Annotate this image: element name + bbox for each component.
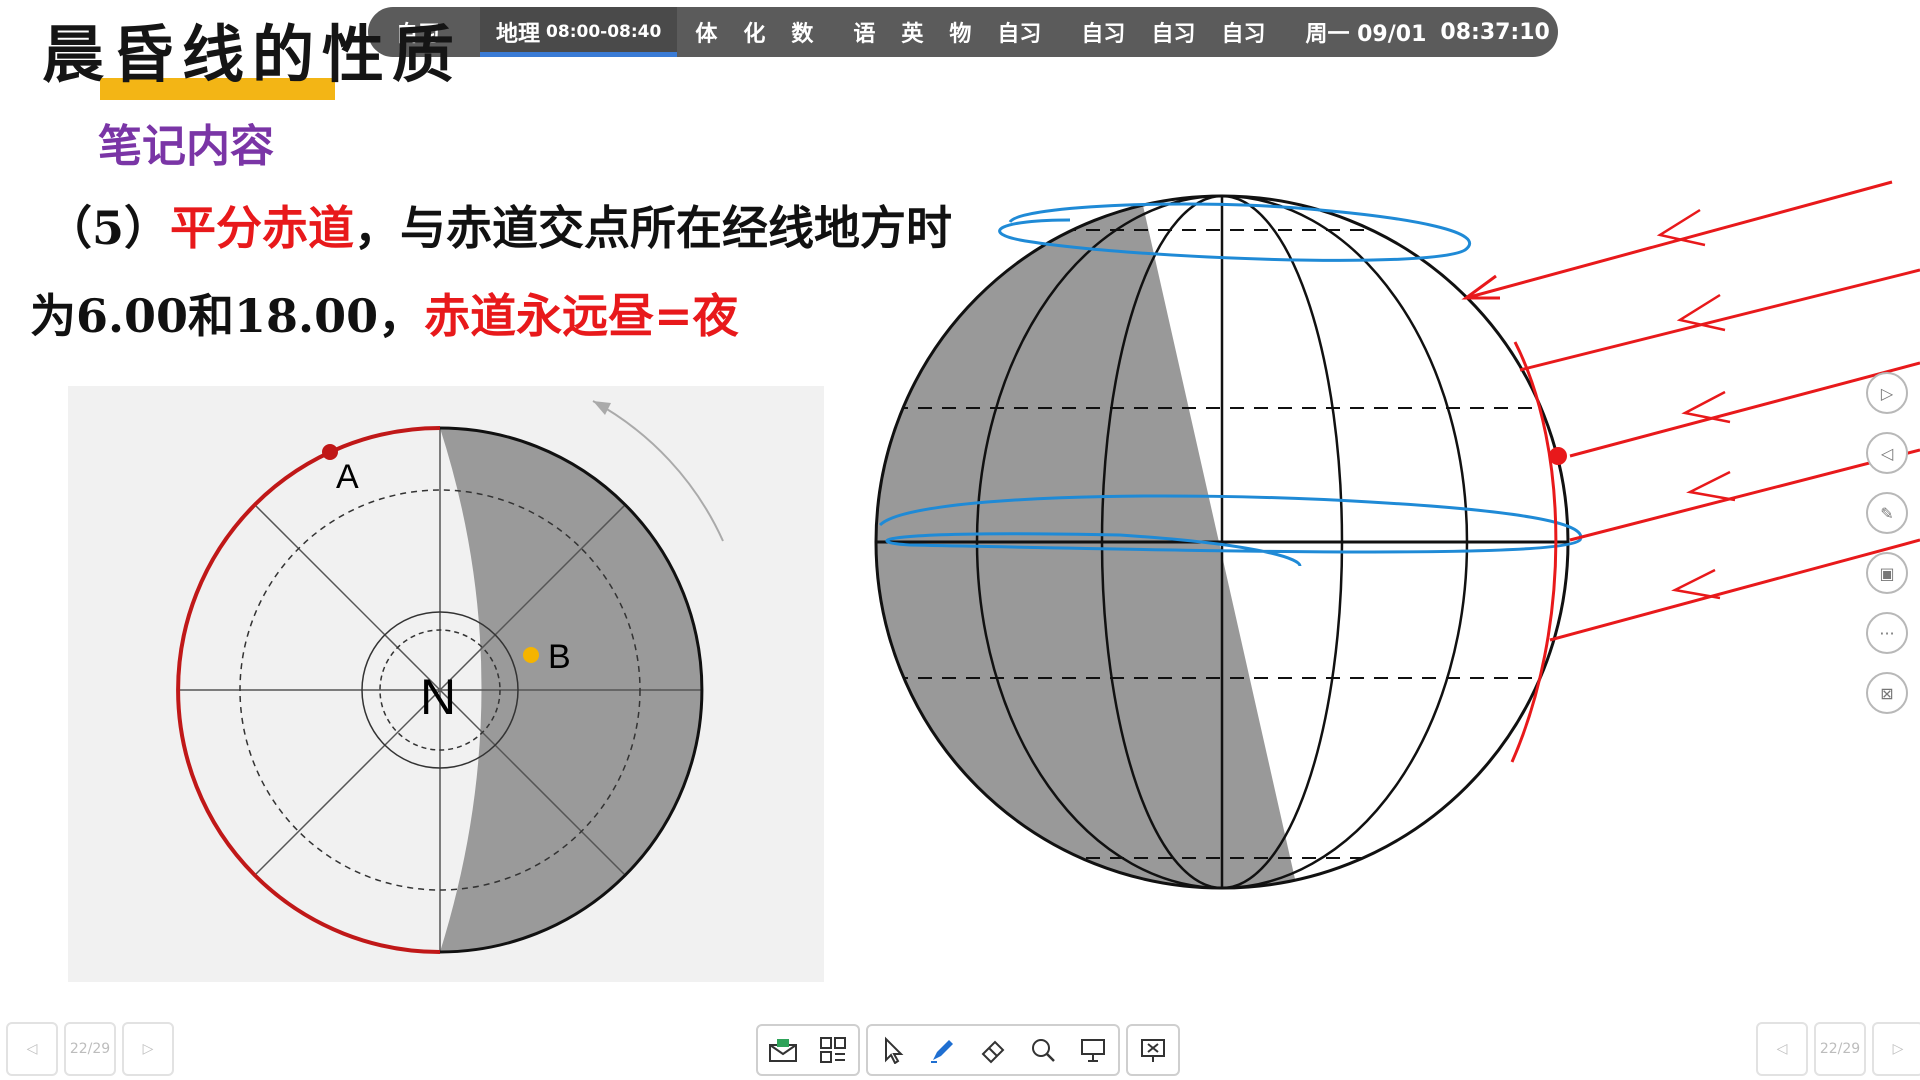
next-page-button[interactable]: ▷ [122,1022,174,1076]
current-class-time: 08:00-08:40 [546,22,662,42]
exit-screen-icon [1141,1039,1165,1062]
apps-button[interactable] [808,1026,858,1074]
pen-icon [931,1040,953,1063]
whiteboard-icon [1081,1039,1105,1062]
slide-title: 晨昏线的性质 [42,18,463,91]
terminator-point [1549,447,1567,465]
eraser-icon [981,1040,1005,1064]
screen-share-icon: ▣ [1879,563,1895,583]
toolbar-group-left [756,1024,860,1076]
schedule-item: 自习 [1221,22,1266,47]
toolbar-group-right [1126,1024,1180,1076]
schedule-item: 数 [791,22,814,47]
label-north: N [420,669,456,725]
schedule-item: 英 [901,22,924,47]
line1-red: 平分赤道 [170,201,355,255]
magnifier-icon [1032,1039,1055,1062]
next-page-button[interactable]: ▷ [1872,1022,1920,1076]
line1-prefix: （5） [46,201,171,255]
text-line-1: （5）平分赤道，与赤道交点所在经线地方时 [46,192,952,258]
magnifier-button[interactable] [1018,1026,1068,1074]
toolbar-group-main [866,1024,1120,1076]
schedule-item: 物 [949,22,972,47]
page-indicator[interactable]: 22/29 [64,1022,116,1076]
page-nav-right: ◁ 22/29 ▷ [1756,1022,1920,1076]
schedule-item: 语 [853,22,876,47]
pointer-icon [885,1036,904,1064]
globe-diagram [870,170,1920,910]
more-button[interactable]: ··· [1866,612,1908,654]
polar-view-diagram: A B N [68,386,824,982]
page-indicator[interactable]: 22/29 [1814,1022,1866,1076]
prev-slide-button[interactable]: ◁ [1866,432,1908,474]
envelope-button[interactable] [758,1026,808,1074]
pen-button[interactable] [918,1026,968,1074]
globe-diagram-svg [874,180,1920,890]
schedule-item: 自习 [997,22,1042,47]
prev-page-button[interactable]: ◁ [6,1022,58,1076]
schedule-item-current: 地理 [496,22,541,47]
schedule-item: 化 [743,22,766,47]
screen-close-icon: ⊠ [1880,683,1894,703]
line2-prefix: 为6.00和18.00， [30,289,425,343]
screen-share-button[interactable]: ▣ [1866,552,1908,594]
current-class: 地理 08:00-08:40 [480,7,678,57]
schedule-item: 自习 [1081,22,1126,47]
close-screen-button[interactable]: ⊠ [1866,672,1908,714]
bottom-toolbar [756,1024,1180,1076]
sun-ray-arrowheads [1656,208,1736,600]
rotation-arrowhead [593,401,611,415]
point-b [523,647,539,663]
next-triangle-icon: ▷ [1880,383,1894,403]
chevron-right-icon: ▷ [142,1041,154,1057]
slide-subtitle: 笔记内容 [98,121,274,172]
whiteboard-button[interactable] [1068,1026,1118,1074]
next-slide-button[interactable]: ▷ [1866,372,1908,414]
eraser-button[interactable] [968,1026,1018,1074]
chevron-right-icon: ▷ [1892,1041,1904,1057]
envelope-icon [769,1039,797,1062]
label-a: A [336,458,359,496]
line1-rest: ，与赤道交点所在经线地方时 [354,201,953,255]
text-line-2: 为6.00和18.00，赤道永远昼=夜 [30,280,739,346]
class-schedule-bar: 自习 地理 08:00-08:40 体 化 数 语 英 物 自习 自习 自习 自… [368,7,1558,57]
chevron-left-icon: ◁ [26,1041,38,1057]
schedule-item: 体 [695,22,718,47]
pointer-button[interactable] [868,1026,918,1074]
line2-red: 赤道永远昼=夜 [424,289,739,343]
exit-screen-button[interactable] [1128,1026,1178,1074]
prev-page-button[interactable]: ◁ [1756,1022,1808,1076]
annotate-button[interactable]: ✎ [1866,492,1908,534]
more-dots-icon: ··· [1879,623,1895,643]
schedule-item: 自习 [1151,22,1196,47]
schedule-date: 周一 09/01 [1305,22,1427,47]
schedule-clock: 08:37:10 [1440,19,1550,45]
prev-triangle-icon: ◁ [1880,443,1894,463]
qr-grid-icon [820,1037,846,1063]
label-b: B [548,638,571,676]
chevron-left-icon: ◁ [1776,1041,1788,1057]
polar-diagram-svg: A B N [176,400,724,954]
class-progress-bar [480,52,678,57]
page-nav-left: ◁ 22/29 ▷ [6,1022,174,1076]
pen-slash-icon: ✎ [1880,503,1894,523]
